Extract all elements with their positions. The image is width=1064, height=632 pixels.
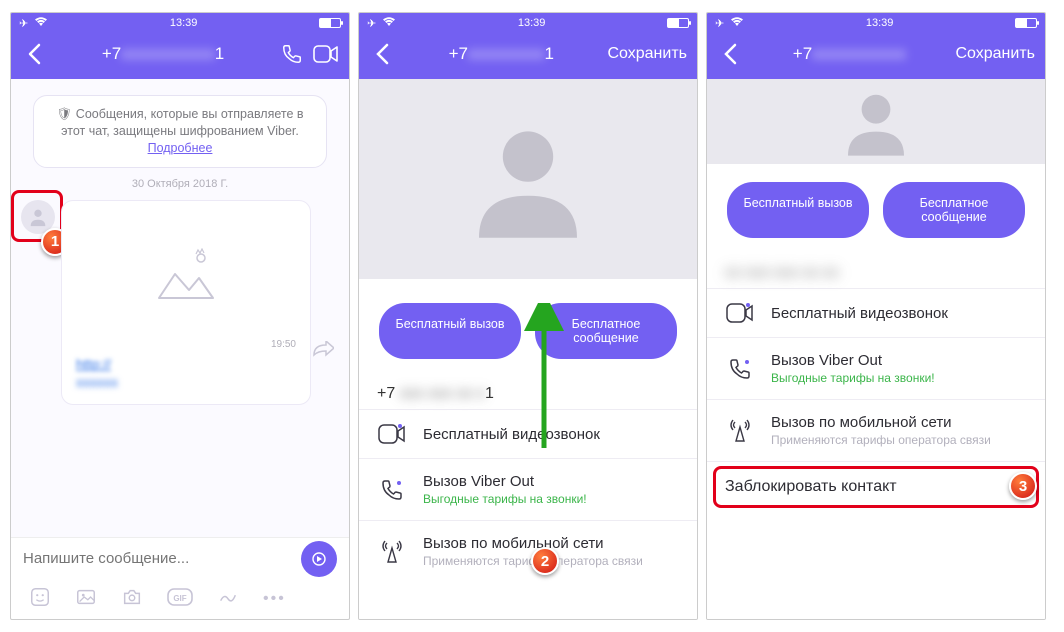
viber-out-item[interactable]: Вызов Viber Out Выгодные тарифы на звонк… <box>359 458 697 520</box>
learn-more-link[interactable]: Подробнее <box>148 141 213 155</box>
free-message-button[interactable]: Бесплатное сообщение <box>883 182 1025 238</box>
contact-header: +7xxxxxxxxxxx Сохранить <box>707 33 1045 79</box>
mobile-call-item[interactable]: Вызов по мобильной сети Применяются тари… <box>707 399 1045 461</box>
screen-chat: ✈ 13:39 +7xxxxxxxxxxx1 🛡 Сообщения, кото… <box>10 12 350 620</box>
free-video-call-item[interactable]: Бесплатный видеозвонок <box>707 288 1045 337</box>
video-icon <box>377 424 407 444</box>
contact-large-avatar <box>707 79 1045 164</box>
message-link[interactable]: http:// <box>76 356 111 372</box>
encryption-notice: 🛡 Сообщения, которые вы отправляете в эт… <box>33 95 327 168</box>
free-call-button[interactable]: Бесплатный вызов <box>727 182 869 238</box>
contact-large-avatar <box>359 79 697 279</box>
message-link-2[interactable]: xxxxxx <box>76 374 118 390</box>
video-icon <box>725 303 755 323</box>
phone-number: xx xxx xxx xx xx <box>707 254 1045 288</box>
image-placeholder-icon[interactable] <box>72 215 300 335</box>
chat-toolbar: GIF ••• <box>11 579 349 619</box>
message-row: 1 19:50 http:// xxxxxx <box>11 200 349 405</box>
screen-contact-info: ✈ 13:39 +7xxxxxxxxx1 Сохранить Бесплатны… <box>358 12 698 620</box>
airplane-mode-icon: ✈ <box>715 17 724 30</box>
share-icon[interactable] <box>312 341 334 362</box>
status-time: 13:39 <box>518 17 546 29</box>
shield-icon: 🛡 <box>56 107 72 121</box>
contact-title: +7xxxxxxxxxxx <box>751 44 947 64</box>
viber-out-item[interactable]: Вызов Viber Out Выгодные тарифы на звонк… <box>707 337 1045 399</box>
sticker-icon[interactable] <box>29 586 51 613</box>
chat-title[interactable]: +7xxxxxxxxxxx1 <box>55 44 271 64</box>
status-time: 13:39 <box>866 17 894 29</box>
contact-action-buttons: Бесплатный вызов Бесплатное сообщение <box>707 164 1045 254</box>
battery-icon <box>319 18 341 28</box>
status-bar: ✈ 13:39 <box>359 13 697 33</box>
phone-call-icon[interactable] <box>279 41 305 67</box>
status-bar: ✈ 13:39 <box>707 13 1045 33</box>
back-icon[interactable] <box>21 41 47 67</box>
phone-out-icon <box>725 357 755 381</box>
wifi-icon <box>382 17 396 30</box>
doodle-icon[interactable] <box>217 586 239 613</box>
phone-number: +7 xxx xxx xx x1 <box>359 375 697 409</box>
gallery-icon[interactable] <box>75 586 97 613</box>
free-call-button[interactable]: Бесплатный вызов <box>379 303 521 359</box>
message-bubble: 19:50 http:// xxxxxx <box>61 200 311 405</box>
message-input[interactable] <box>23 550 301 567</box>
step-badge-2: 2 <box>531 547 559 575</box>
wifi-icon <box>730 17 744 30</box>
more-icon[interactable]: ••• <box>263 590 286 608</box>
back-icon[interactable] <box>369 41 395 67</box>
send-button[interactable] <box>301 541 337 577</box>
wifi-icon <box>34 17 48 30</box>
screen-contact-scrolled: ✈ 13:39 +7xxxxxxxxxxx Сохранить Бесплатн… <box>706 12 1046 620</box>
date-separator: 30 Октября 2018 Г. <box>11 178 349 190</box>
gif-icon[interactable]: GIF <box>167 588 193 611</box>
save-button[interactable]: Сохранить <box>955 45 1035 63</box>
phone-out-icon <box>377 478 407 502</box>
battery-icon <box>1015 18 1037 28</box>
svg-text:GIF: GIF <box>173 594 186 603</box>
video-call-icon[interactable] <box>313 41 339 67</box>
message-time: 19:50 <box>72 339 300 350</box>
composer <box>11 537 349 579</box>
contact-body[interactable]: Бесплатный вызов Бесплатное сообщение +7… <box>359 79 697 619</box>
camera-icon[interactable] <box>121 586 143 613</box>
airplane-mode-icon: ✈ <box>19 17 28 30</box>
battery-icon <box>667 18 689 28</box>
status-time: 13:39 <box>170 17 198 29</box>
contact-header: +7xxxxxxxxx1 Сохранить <box>359 33 697 79</box>
cell-tower-icon <box>725 419 755 443</box>
free-video-call-item[interactable]: Бесплатный видеозвонок <box>359 409 697 458</box>
contact-action-buttons: Бесплатный вызов Бесплатное сообщение <box>359 279 697 375</box>
airplane-mode-icon: ✈ <box>367 17 376 30</box>
contact-body-scrolled[interactable]: Бесплатный вызов Бесплатное сообщение xx… <box>707 79 1045 619</box>
free-message-button[interactable]: Бесплатное сообщение <box>535 303 677 359</box>
status-bar: ✈ 13:39 <box>11 13 349 33</box>
cell-tower-icon <box>377 540 407 564</box>
chat-header: +7xxxxxxxxxxx1 <box>11 33 349 79</box>
chat-body: 🛡 Сообщения, которые вы отправляете в эт… <box>11 79 349 537</box>
save-button[interactable]: Сохранить <box>607 45 687 63</box>
contact-title: +7xxxxxxxxx1 <box>403 44 599 64</box>
mobile-call-item[interactable]: Вызов по мобильной сети Применяются тари… <box>359 520 697 582</box>
step-badge-3: 3 <box>1009 472 1037 500</box>
back-icon[interactable] <box>717 41 743 67</box>
block-contact-item[interactable]: Заблокировать контакт 3 <box>707 461 1045 512</box>
